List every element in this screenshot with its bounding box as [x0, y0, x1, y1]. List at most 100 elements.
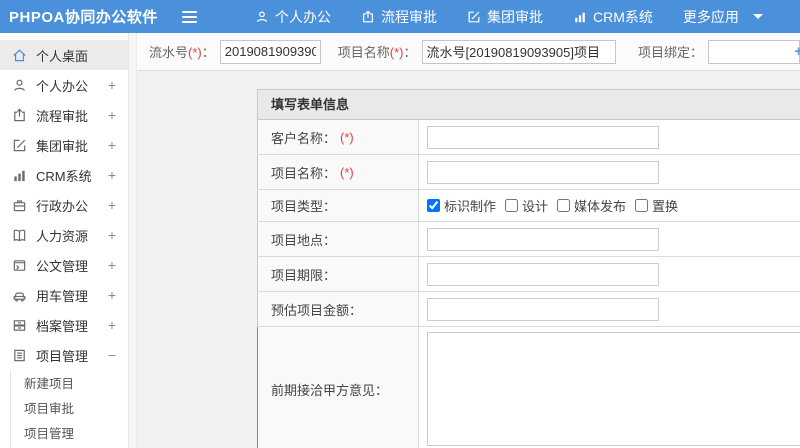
project-duration-input[interactable]: [427, 262, 659, 286]
hamburger-menu-icon[interactable]: [178, 7, 201, 27]
sidebar-item-crm[interactable]: CRM系统 +: [0, 160, 128, 190]
form-row-preliminary-opinion: 前期接洽甲方意见：: [257, 327, 800, 448]
form-toolbar: 流水号(*)： 项目名称(*)： 项目绑定： +: [137, 33, 800, 71]
clipboard-icon: [12, 348, 27, 363]
submenu-item-project-approval[interactable]: 项目审批: [11, 397, 128, 422]
collapse-minus-icon: −: [107, 347, 116, 363]
share-icon: [12, 108, 27, 123]
sidebar-item-vehicle-mgmt[interactable]: 用车管理 +: [0, 280, 128, 310]
sidebar-item-personal-office[interactable]: 个人办公 +: [0, 70, 128, 100]
edit-icon: [467, 10, 481, 24]
home-icon: [12, 48, 27, 63]
project-submenu: 新建项目 项目审批 项目管理: [10, 370, 128, 448]
user-icon: [255, 10, 269, 24]
nav-item-personal-office[interactable]: 个人办公: [255, 7, 331, 27]
expand-plus-icon: +: [107, 137, 116, 153]
field-label: 客户名称： (*): [258, 120, 419, 154]
checkbox-option-exchange[interactable]: 置换: [635, 196, 678, 215]
sidebar-item-archive-mgmt[interactable]: 档案管理 +: [0, 310, 128, 340]
nav-item-label: 流程审批: [381, 8, 437, 25]
nav-item-more-apps[interactable]: 更多应用: [683, 7, 763, 27]
bar-chart-icon: [573, 10, 587, 24]
media-release-checkbox[interactable]: [557, 199, 571, 212]
caret-down-icon: [752, 14, 763, 19]
submenu-item-new-project[interactable]: 新建项目: [11, 372, 128, 397]
checkbox-option-design[interactable]: 设计: [505, 196, 548, 215]
sidebar-item-workflow-approval[interactable]: 流程审批 +: [0, 100, 128, 130]
design-checkbox[interactable]: [505, 199, 519, 212]
checkbox-option-media-release[interactable]: 媒体发布: [557, 196, 626, 215]
top-nav-bar: PHPOA协同办公软件 个人办公 流程审批 集团审批 CRM系统 更多应用: [0, 0, 800, 33]
book-icon: [12, 228, 27, 243]
sidebar-item-group-approval[interactable]: 集团审批 +: [0, 130, 128, 160]
project-binding-label: 项目绑定：: [637, 45, 703, 60]
customer-name-input[interactable]: [427, 125, 659, 149]
sidebar-item-label: 项目管理: [36, 348, 89, 364]
project-binding-input[interactable]: [708, 39, 800, 64]
nav-item-label: 更多应用: [682, 8, 739, 25]
expand-plus-icon: +: [107, 107, 116, 123]
top-nav-items: 个人办公 流程审批 集团审批 CRM系统 更多应用: [225, 7, 763, 27]
form-section-title: 填写表单信息: [257, 90, 800, 120]
expand-plus-icon: +: [107, 167, 116, 183]
nav-item-workflow-approval[interactable]: 流程审批: [361, 7, 437, 27]
sidebar-item-label: 公文管理: [36, 258, 89, 274]
nav-item-group-approval[interactable]: 集团审批: [467, 7, 543, 27]
sidebar-scrollbar[interactable]: [129, 33, 137, 448]
sidebar-item-label: CRM系统: [36, 168, 92, 184]
sidebar-item-label: 集团审批: [36, 138, 89, 154]
expand-plus-icon: +: [107, 317, 116, 333]
field-label: 项目期限：: [258, 257, 419, 291]
sidebar-item-label: 人力资源: [36, 228, 89, 244]
sidebar-item-personal-desktop[interactable]: 个人桌面: [0, 40, 128, 70]
estimated-amount-input[interactable]: [427, 297, 659, 321]
field-label: 项目地点：: [258, 222, 419, 256]
project-name-form-input[interactable]: [427, 160, 659, 184]
project-location-input[interactable]: [427, 227, 659, 251]
nav-item-label: 集团审批: [487, 8, 543, 25]
project-name-input[interactable]: [421, 39, 616, 64]
sidebar-item-label: 用车管理: [36, 288, 89, 304]
sidebar-item-label: 行政办公: [36, 198, 89, 214]
project-form-table: 填写表单信息 客户名称： (*) 项目名称： (*) 项目类型： 标识制作 设计 媒…: [257, 89, 800, 448]
expand-plus-icon: +: [107, 227, 116, 243]
submenu-item-project-manage[interactable]: 项目管理: [11, 422, 128, 447]
form-row-project-name: 项目名称： (*): [257, 155, 800, 190]
sidebar-item-label: 个人桌面: [36, 48, 89, 64]
sidebar-item-project-mgmt[interactable]: 项目管理 −: [0, 340, 128, 370]
form-row-project-duration: 项目期限：: [257, 257, 800, 292]
document-icon: [12, 258, 27, 273]
exchange-checkbox[interactable]: [635, 199, 649, 212]
sidebar-item-admin-office[interactable]: 行政办公 +: [0, 190, 128, 220]
nav-item-crm[interactable]: CRM系统: [573, 7, 653, 27]
sidebar-item-label: 档案管理: [36, 318, 89, 334]
sign-making-checkbox[interactable]: [427, 199, 440, 212]
app-logo: PHPOA协同办公软件: [9, 9, 158, 26]
checkbox-option-sign-making[interactable]: 标识制作: [427, 196, 496, 215]
form-row-project-type: 项目类型： 标识制作 设计 媒体发布 置换: [257, 190, 800, 222]
user-icon: [12, 78, 27, 93]
sidebar-item-document-mgmt[interactable]: 公文管理 +: [0, 250, 128, 280]
edit-icon: [12, 138, 27, 153]
main-content: 流水号(*)： 项目名称(*)： 项目绑定： + 填写表单信息 客户名称：(*)…: [137, 33, 800, 448]
field-label: 项目类型：: [258, 190, 419, 221]
serial-number-label: 流水号(*)：: [149, 45, 215, 60]
expand-plus-icon: +: [107, 197, 116, 213]
preliminary-opinion-textarea[interactable]: [427, 332, 800, 446]
bar-chart-icon: [12, 168, 27, 183]
add-binding-button[interactable]: +: [794, 44, 800, 59]
nav-item-label: CRM系统: [593, 8, 653, 25]
field-label: 预估项目金额：: [258, 292, 419, 326]
project-type-checkbox-group: 标识制作 设计 媒体发布 置换: [427, 196, 687, 215]
serial-number-input[interactable]: [219, 39, 321, 64]
briefcase-icon: [12, 198, 27, 213]
archive-icon: [12, 318, 27, 333]
form-row-customer-name: 客户名称： (*): [257, 120, 800, 155]
sidebar-item-hr[interactable]: 人力资源 +: [0, 220, 128, 250]
form-row-estimated-amount: 预估项目金额：: [257, 292, 800, 327]
expand-plus-icon: +: [107, 257, 116, 273]
car-icon: [12, 288, 27, 303]
expand-plus-icon: +: [107, 287, 116, 303]
field-label: 项目名称： (*): [258, 155, 419, 189]
form-row-project-location: 项目地点：: [257, 222, 800, 257]
